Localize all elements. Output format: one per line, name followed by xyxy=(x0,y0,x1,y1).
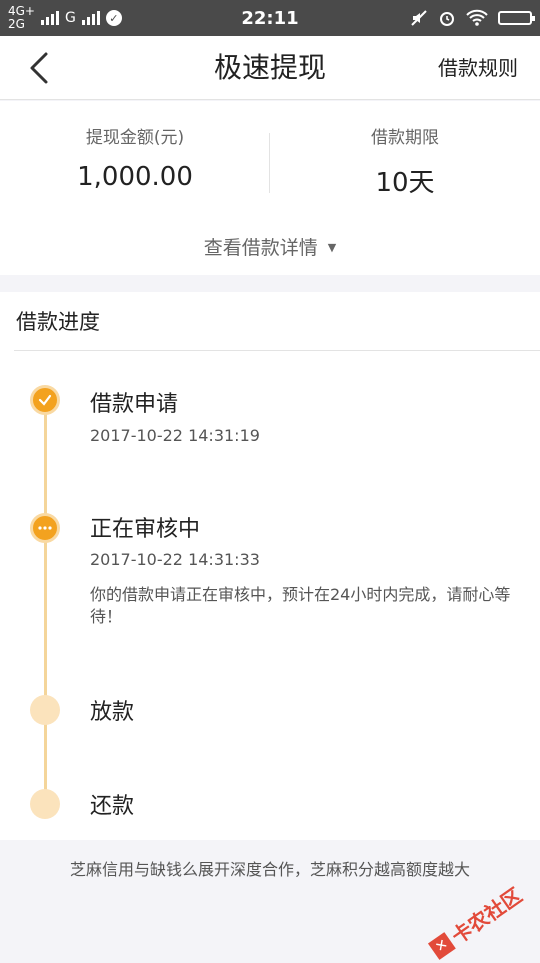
alarm-icon xyxy=(440,12,454,26)
step-in-progress-icon xyxy=(30,513,60,543)
term-column: 借款期限 10天 xyxy=(270,123,540,199)
back-arrow-icon[interactable] xyxy=(24,50,60,86)
term-value: 10天 xyxy=(375,168,435,198)
nav-bar: 极速提现 借款规则 xyxy=(0,36,540,100)
ellipsis-icon xyxy=(38,526,52,530)
step-pending-icon xyxy=(30,695,60,725)
carrier-label: G xyxy=(65,10,76,26)
network-indicator: 4G+ 2G xyxy=(8,5,35,31)
divider xyxy=(14,350,540,351)
step-title: 还款 xyxy=(90,794,135,819)
check-icon xyxy=(38,394,52,406)
step-done-icon xyxy=(30,385,60,415)
step-title: 借款申请 xyxy=(90,392,179,417)
view-loan-details-label: 查看借款详情 xyxy=(203,237,318,259)
watermark-text: 卡农社区 xyxy=(447,883,527,949)
caret-down-icon: ▼ xyxy=(327,241,337,254)
timeline-line xyxy=(44,400,47,804)
mute-icon xyxy=(411,10,427,26)
loan-progress: 借款进度 借款申请 2017-10-22 14:31:19 正在审核中 2017… xyxy=(0,292,540,840)
amount-value: 1,000.00 xyxy=(77,162,193,192)
network-secondary: 2G xyxy=(8,17,25,31)
amount-column: 提现金额(元) 1,000.00 xyxy=(0,123,270,192)
battery-icon xyxy=(498,11,535,25)
signal-icon xyxy=(41,11,59,25)
status-right xyxy=(410,9,535,27)
status-left: 4G+ 2G G ✓ xyxy=(8,5,122,31)
watermark: ✕ 卡农社区 xyxy=(425,880,527,963)
signal-icon xyxy=(81,11,100,25)
loan-rules-link[interactable]: 借款规则 xyxy=(438,36,518,100)
step-title: 正在审核中 xyxy=(90,517,201,542)
step-time: 2017-10-22 14:31:33 xyxy=(90,550,260,569)
term-label: 借款期限 xyxy=(371,128,439,148)
check-icon: ✓ xyxy=(105,10,122,26)
loan-summary: 提现金额(元) 1,000.00 借款期限 10天 查看借款详情 ▼ xyxy=(0,101,540,275)
section-title: 借款进度 xyxy=(16,310,100,334)
amount-label: 提现金额(元) xyxy=(85,128,185,148)
step-note: 你的借款申请正在审核中，预计在24小时内完成，请耐心等待！ xyxy=(90,585,511,626)
view-loan-details-link[interactable]: 查看借款详情 ▼ xyxy=(0,233,540,260)
footer-note: 芝麻信用与缺钱么展开深度合作，芝麻积分越高额度越大 xyxy=(69,860,470,879)
step-time: 2017-10-22 14:31:19 xyxy=(90,426,260,445)
step-pending-icon xyxy=(30,789,60,819)
wifi-icon xyxy=(466,9,488,26)
status-bar: 4G+ 2G G ✓ 22:11 xyxy=(0,0,540,36)
step-title: 放款 xyxy=(90,700,135,725)
